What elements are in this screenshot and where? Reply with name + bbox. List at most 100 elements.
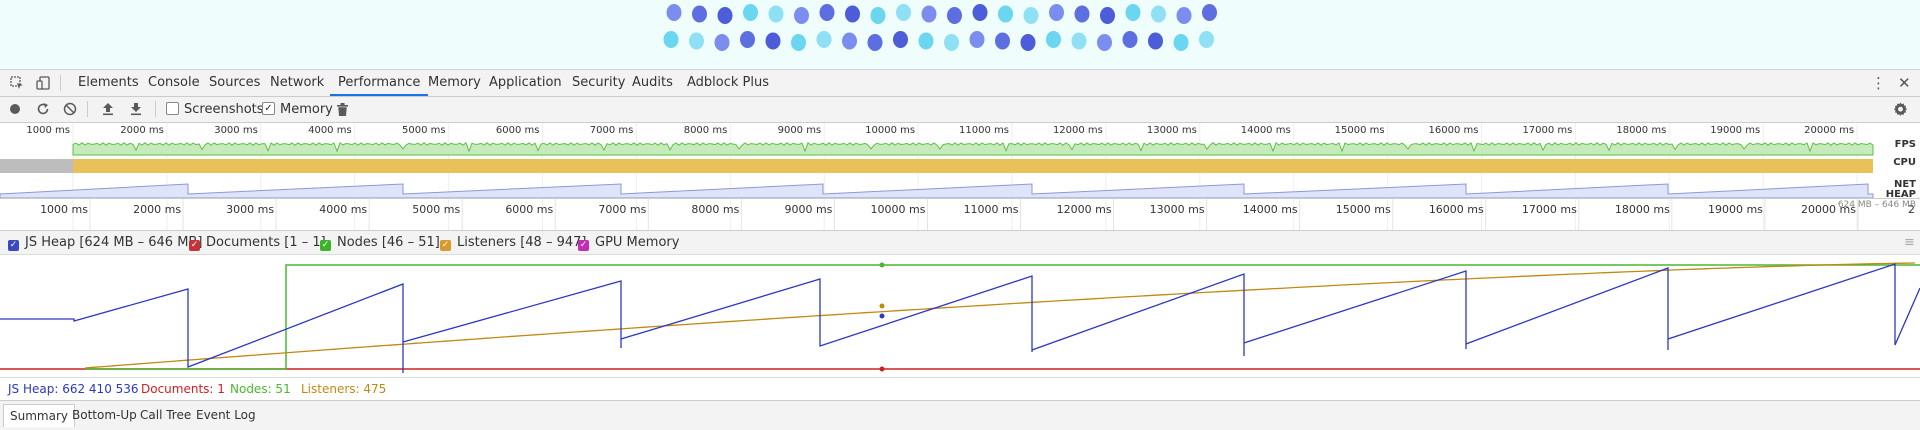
screenshots-checkbox[interactable] (166, 102, 179, 115)
js-heap-line (0, 263, 1920, 373)
timeline-overview[interactable]: 1000 ms 2000 ms 3000 ms 4000 ms 5000 ms 6000 … (0, 123, 1920, 231)
decorative-dot (845, 5, 860, 23)
legend-checkbox[interactable]: ✓ (320, 240, 331, 251)
tab-sources[interactable]: Sources (201, 70, 268, 96)
tab-memory[interactable]: Memory (420, 70, 489, 96)
details-tab-bottom-up[interactable]: Bottom-Up (66, 404, 143, 426)
legend-item[interactable]: ✓ JS Heap [624 MB – 646 MB] (8, 231, 202, 254)
tab-adblock-plus[interactable]: Adblock Plus (679, 70, 777, 96)
ruler-tick-label: 12000 ms (1057, 203, 1112, 216)
memory-graph[interactable] (0, 255, 1920, 378)
ruler-tick-label: 16000 ms (1429, 203, 1484, 216)
memory-counter-lines[interactable] (0, 255, 1920, 377)
heap-range-label: 624 MB – 646 MB (1837, 200, 1916, 210)
devtools-window: Elements Console Sources Network Performance… (0, 0, 1920, 430)
toolbar-divider (87, 101, 88, 117)
overview-tick-label: 9000 ms (778, 125, 822, 136)
ruler-tick-label: 4000 ms (319, 203, 367, 216)
ruler-tick-label: 3000 ms (226, 203, 274, 216)
decorative-dot (1176, 7, 1192, 24)
listeners-marker (879, 303, 885, 309)
tab-performance[interactable]: Performance (330, 70, 429, 96)
overview-graph[interactable]: 1000 ms 2000 ms 3000 ms 4000 ms 5000 ms 6000 … (0, 123, 1920, 230)
tab-security[interactable]: Security (564, 70, 633, 96)
save-profile-icon[interactable] (127, 100, 145, 118)
overview-tick-label: 18000 ms (1616, 125, 1666, 136)
ruler-tick-label: 7000 ms (598, 203, 646, 216)
ruler-tick-label: 2000 ms (133, 203, 181, 216)
reload-record-icon[interactable] (34, 100, 52, 118)
decorative-dot (1148, 32, 1163, 50)
decorative-dot (1049, 4, 1064, 21)
details-tab-event-log[interactable]: Event Log (190, 404, 262, 426)
overview-tick-label: 19000 ms (1710, 125, 1760, 136)
details-tab-call-tree[interactable]: Call Tree (134, 404, 197, 426)
cpu-label: CPU (1893, 157, 1916, 168)
overview-tick-label: 6000 ms (496, 125, 540, 136)
memory-checkbox[interactable]: ✓ (262, 102, 275, 115)
idle-region (0, 159, 73, 173)
tab-network[interactable]: Network (262, 70, 332, 96)
ruler-tick-label: 11000 ms (964, 203, 1019, 216)
legend-checkbox[interactable]: ✓ (578, 240, 589, 251)
legend-checkbox[interactable]: ✓ (8, 240, 19, 251)
tab-elements[interactable]: Elements (70, 70, 147, 96)
decorative-dot (666, 4, 682, 21)
ruler-tick-label: 15000 ms (1336, 203, 1391, 216)
decorative-dot (1199, 31, 1214, 48)
decorative-dot (740, 31, 755, 48)
memory-counters-legend: ✓ JS Heap [624 MB – 646 MB] ✓ Documents [1 … (0, 231, 1920, 255)
collect-garbage-icon[interactable] (333, 100, 351, 118)
inspect-element-icon[interactable] (8, 74, 26, 92)
decorative-dot (819, 4, 835, 21)
ruler-tick-label: 1000 ms (40, 203, 88, 216)
clear-icon[interactable] (61, 100, 79, 118)
decorative-dot (768, 5, 784, 23)
tab-console[interactable]: Console (140, 70, 208, 96)
overview-tick-label: 11000 ms (959, 125, 1009, 136)
legend-checkbox[interactable]: ✓ (440, 240, 451, 251)
legend-item[interactable]: ✓ Listeners [48 – 947] (440, 231, 586, 254)
decorative-dot (1202, 4, 1217, 21)
devtools-tab-bar: Elements Console Sources Network Performance… (0, 70, 1920, 97)
decorative-dot (867, 34, 883, 51)
settings-gear-icon[interactable] (1891, 100, 1909, 118)
more-options-icon[interactable]: ⋮ (1871, 70, 1886, 96)
decorative-dot (972, 4, 988, 21)
legend-item[interactable]: ✓ GPU Memory (578, 231, 679, 254)
close-devtools-icon[interactable]: ✕ (1898, 70, 1911, 96)
screenshots-label: Screenshots (184, 102, 264, 117)
overview-tick-label: 1000 ms (26, 125, 70, 136)
animated-dots (663, 4, 1217, 51)
details-tab-summary[interactable]: Summary (3, 404, 75, 427)
decorative-dot (689, 32, 704, 50)
decorative-dot (1020, 34, 1036, 51)
decorative-dot (1151, 5, 1166, 23)
resize-grip-icon[interactable]: ≡ (1904, 231, 1915, 254)
details-tab-bar: Summary Bottom-Up Call Tree Event Log (0, 401, 1920, 430)
ruler-tick-label: 10000 ms (871, 203, 926, 216)
decorative-dot (998, 5, 1013, 23)
cpu-activity-band (73, 159, 1873, 173)
device-toolbar-icon[interactable] (34, 74, 52, 92)
decorative-dot (893, 31, 908, 48)
ruler-tick-label: 17000 ms (1522, 203, 1577, 216)
overview-tick-label: 16000 ms (1429, 125, 1479, 136)
legend-item[interactable]: ✓ Documents [1 – 1] (189, 231, 326, 254)
overview-tick-label: 10000 ms (865, 125, 915, 136)
legend-item[interactable]: ✓ Nodes [46 – 51] (320, 231, 440, 254)
legend-label: GPU Memory (595, 235, 680, 250)
overview-tick-label: 8000 ms (684, 125, 728, 136)
decorative-dot (1125, 4, 1141, 21)
tab-audits[interactable]: Audits (624, 70, 681, 96)
decorative-dot (842, 32, 857, 50)
record-icon[interactable] (6, 100, 24, 118)
decorative-dot (1097, 34, 1112, 51)
ruler-tick-label: 6000 ms (505, 203, 553, 216)
decorative-dot (947, 7, 962, 24)
overview-tick-label: 20000 ms (1804, 125, 1854, 136)
load-profile-icon[interactable] (99, 100, 117, 118)
legend-checkbox[interactable]: ✓ (189, 240, 200, 251)
counter-values: JS Heap: 662 410 536 Documents: 1 Nodes:… (0, 378, 1920, 401)
tab-application[interactable]: Application (481, 70, 570, 96)
